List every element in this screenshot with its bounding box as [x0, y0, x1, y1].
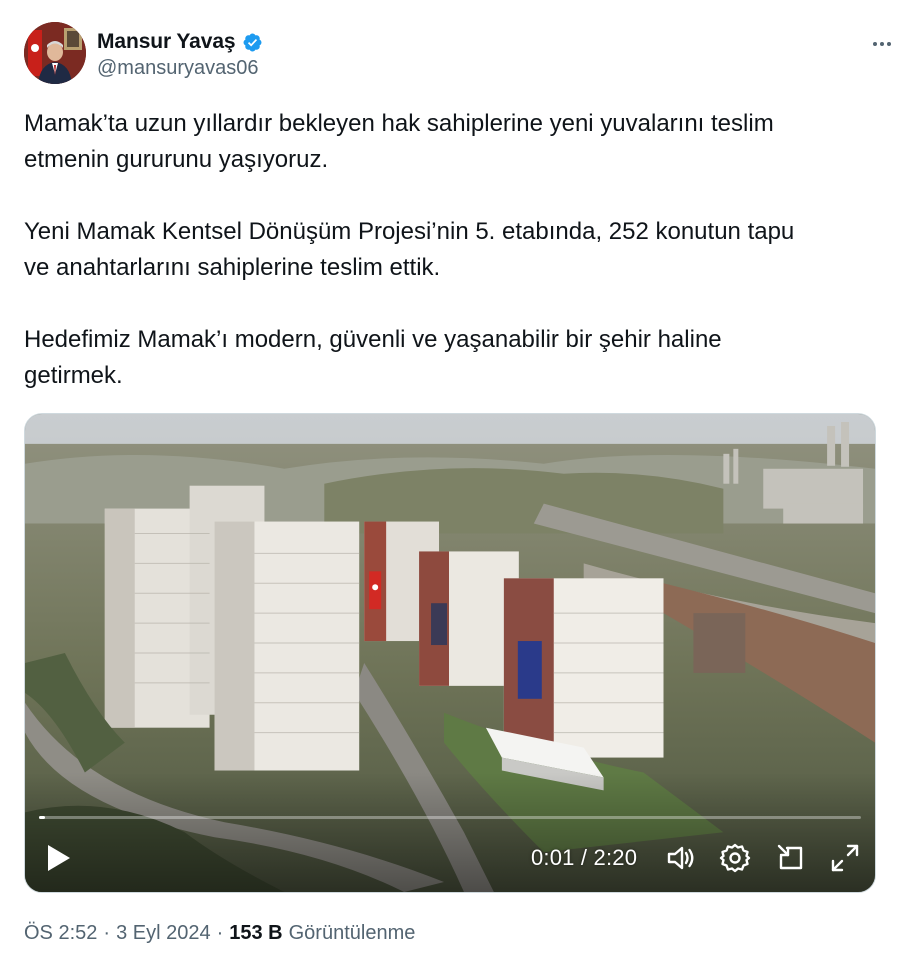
- author-handle[interactable]: @mansuryavas06: [97, 57, 258, 80]
- tweet-line: getirmek.: [24, 362, 123, 389]
- tweet-line: Yeni Mamak Kentsel Dönüşüm Projesi’nin 5…: [24, 218, 795, 245]
- tweet-line: etmenin gururunu yaşıyoruz.: [24, 146, 329, 173]
- video-time: 0:01 / 2:20: [531, 845, 638, 870]
- views-count: 153 B: [229, 922, 283, 944]
- tweet-text: Mamak’ta uzun yıllardır bekleyen hak sah…: [24, 106, 884, 394]
- progress-bar[interactable]: [39, 816, 861, 819]
- more-options-icon[interactable]: [864, 32, 900, 56]
- tweet-header: Mansur Yavaş @mansuryavas06: [24, 22, 900, 86]
- progress-fill: [39, 816, 45, 819]
- video-controls: 0:01 / 2:20: [25, 812, 875, 892]
- views-label: Görüntülenme: [288, 922, 416, 944]
- settings-gear-icon[interactable]: [719, 842, 751, 874]
- fullscreen-icon[interactable]: [829, 842, 861, 874]
- tweet-meta: ÖS 2:52 · 3 Eyl 2024 · 153 B Görüntülenm…: [24, 922, 415, 945]
- tweet-time[interactable]: ÖS 2:52: [24, 922, 97, 945]
- profile-photo-icon: [24, 22, 86, 84]
- verified-badge-icon: [242, 32, 263, 53]
- name-row: Mansur Yavaş: [97, 30, 263, 54]
- meta-separator: ·: [103, 922, 111, 944]
- video-player[interactable]: 0:01 / 2:20: [24, 413, 876, 893]
- tweet-line: Mamak’ta uzun yıllardır bekleyen hak sah…: [24, 110, 774, 137]
- play-icon[interactable]: [45, 842, 73, 874]
- volume-icon[interactable]: [665, 842, 697, 874]
- meta-separator: ·: [216, 922, 224, 944]
- tweet-date[interactable]: 3 Eyl 2024: [116, 922, 211, 945]
- pip-icon[interactable]: [775, 842, 807, 874]
- tweet-line: Hedefimiz Mamak’ı modern, güvenli ve yaş…: [24, 326, 722, 353]
- display-name[interactable]: Mansur Yavaş: [97, 30, 236, 54]
- tweet-line: ve anahtarlarını sahiplerine teslim etti…: [24, 254, 441, 281]
- avatar[interactable]: [24, 22, 86, 84]
